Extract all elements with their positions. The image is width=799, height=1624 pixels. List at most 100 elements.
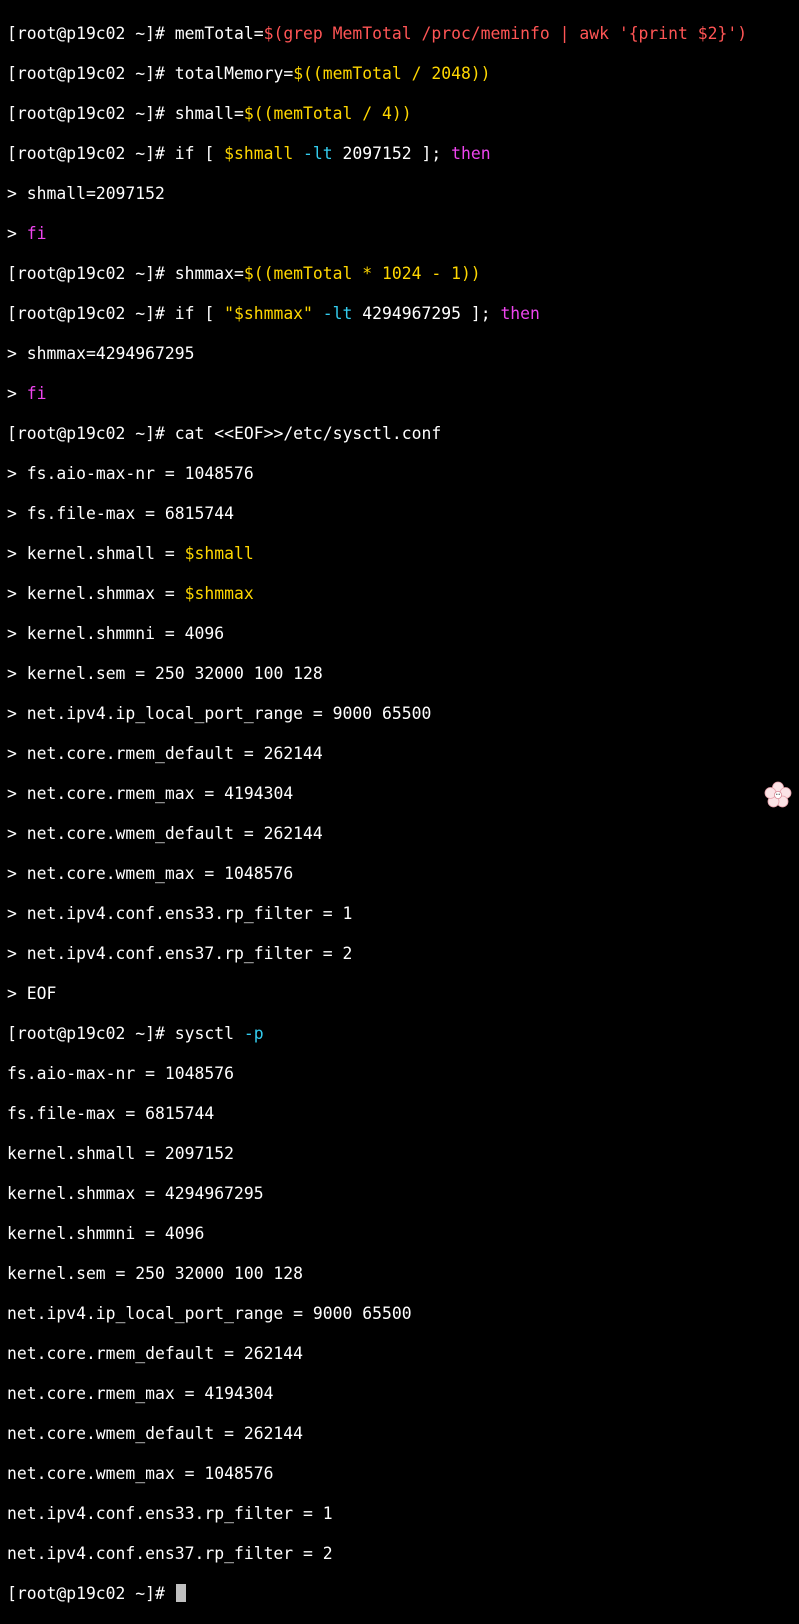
heredoc-line: > net.core.rmem_default = 262144: [7, 744, 799, 764]
output-line: fs.aio-max-nr = 1048576: [7, 1064, 234, 1083]
heredoc-line: > net.ipv4.conf.ens37.rp_filter = 2: [7, 944, 799, 964]
heredoc-line: > net.core.wmem_default = 262144: [7, 824, 799, 844]
continuation-prompt: >: [7, 864, 27, 883]
command-text: totalMemory=: [174, 64, 294, 83]
command-text: cat <<EOF>>/etc/sysctl.conf: [174, 424, 442, 443]
output-line: net.core.rmem_max = 4194304: [7, 1384, 274, 1403]
heredoc-line: > EOF: [7, 984, 799, 1004]
terminal-line-if-shmall: [root@p19c02 ~]# if [ $shmall -lt 209715…: [7, 144, 799, 164]
heredoc-text: kernel.shmmni = 4096: [26, 624, 225, 643]
heredoc-text: net.core.wmem_max = 1048576: [26, 864, 294, 883]
keyword-then: then: [451, 144, 491, 163]
continuation-prompt: >: [7, 344, 27, 363]
heredoc-text: kernel.shmmax =: [26, 584, 185, 603]
heredoc-text: net.ipv4.conf.ens37.rp_filter = 2: [26, 944, 353, 963]
heredoc-terminator: EOF: [26, 984, 57, 1003]
continuation-prompt: >: [7, 544, 27, 563]
continuation-prompt: >: [7, 184, 27, 203]
continuation-prompt: >: [7, 744, 27, 763]
output-line: net.core.wmem_max = 1048576: [7, 1464, 274, 1483]
terminal-line-shmmax: [root@p19c02 ~]# shmmax=$((memTotal * 10…: [7, 264, 799, 284]
arithmetic-expansion: $((memTotal / 4)): [243, 104, 412, 123]
variable-reference: $shmall: [184, 544, 254, 563]
arithmetic-expansion: $((memTotal * 1024 - 1)): [243, 264, 481, 283]
keyword-then: then: [500, 304, 540, 323]
shell-prompt: [root@p19c02 ~]#: [7, 24, 175, 43]
command-text: 2097152 ];: [332, 144, 452, 163]
shell-prompt: [root@p19c02 ~]#: [7, 144, 175, 163]
keyword-fi: fi: [26, 384, 47, 403]
continuation-prompt: >: [7, 504, 27, 523]
heredoc-text: kernel.shmall =: [26, 544, 185, 563]
heredoc-line: > net.ipv4.ip_local_port_range = 9000 65…: [7, 704, 799, 724]
output-line: kernel.sem = 250 32000 100 128: [7, 1264, 304, 1283]
heredoc-text: kernel.sem = 250 32000 100 128: [26, 664, 323, 683]
heredoc-line: > fs.file-max = 6815744: [7, 504, 799, 524]
continuation-prompt: >: [7, 784, 27, 803]
terminal-line-if-shmmax: [root@p19c02 ~]# if [ "$shmmax" -lt 4294…: [7, 304, 799, 324]
terminal-line-continuation: > shmmax=4294967295: [7, 344, 799, 364]
heredoc-line: > kernel.shmmax = $shmmax: [7, 584, 799, 604]
continuation-prompt: >: [7, 704, 27, 723]
continuation-prompt: >: [7, 944, 27, 963]
heredoc-text: net.core.rmem_default = 262144: [26, 744, 323, 763]
keyword-fi: fi: [26, 224, 47, 243]
terminal-line-totalmemory: [root@p19c02 ~]# totalMemory=$((memTotal…: [7, 64, 799, 84]
terminal-line-current-prompt: [root@p19c02 ~]#: [7, 1584, 799, 1604]
flower-watermark-icon: [764, 781, 792, 808]
command-text: shmmax=4294967295: [26, 344, 195, 363]
heredoc-text: net.core.rmem_max = 4194304: [26, 784, 294, 803]
command-text: sysctl: [174, 1024, 234, 1043]
arithmetic-expansion: $((memTotal / 2048)): [293, 64, 491, 83]
variable-reference: $shmmax: [184, 584, 254, 603]
shell-prompt: [root@p19c02 ~]#: [7, 424, 175, 443]
command-text: shmall=2097152: [26, 184, 165, 203]
terminal-line-continuation: > shmall=2097152: [7, 184, 799, 204]
output-line: kernel.shmall = 2097152: [7, 1144, 234, 1163]
heredoc-line: > kernel.shmall = $shmall: [7, 544, 799, 564]
continuation-prompt: >: [7, 384, 27, 403]
test-operator: -lt: [312, 304, 353, 323]
shell-prompt: [root@p19c02 ~]#: [7, 304, 175, 323]
test-operator: -lt: [293, 144, 333, 163]
continuation-prompt: >: [7, 224, 27, 243]
output-line: net.ipv4.conf.ens37.rp_filter = 2: [7, 1544, 333, 1563]
text-cursor[interactable]: [175, 1584, 186, 1602]
heredoc-line: > kernel.shmmni = 4096: [7, 624, 799, 644]
output-line: fs.file-max = 6815744: [7, 1104, 215, 1123]
output-line: net.ipv4.conf.ens33.rp_filter = 1: [7, 1504, 333, 1523]
command-text: memTotal=: [174, 24, 264, 43]
continuation-prompt: >: [7, 584, 27, 603]
heredoc-line: > net.core.rmem_max = 4194304: [7, 784, 799, 804]
terminal-window[interactable]: [root@p19c02 ~]# memTotal=$(grep MemTota…: [0, 0, 799, 1603]
command-text: shmall=: [174, 104, 244, 123]
heredoc-line: > net.ipv4.conf.ens33.rp_filter = 1: [7, 904, 799, 924]
continuation-prompt: >: [7, 984, 27, 1003]
continuation-prompt: >: [7, 624, 27, 643]
heredoc-line: > kernel.sem = 250 32000 100 128: [7, 664, 799, 684]
command-substitution: $(grep MemTotal /proc/meminfo | awk '{pr…: [263, 24, 748, 43]
command-text: shmmax=: [174, 264, 244, 283]
heredoc-text: fs.file-max = 6815744: [26, 504, 234, 523]
terminal-line-fi: > fi: [7, 224, 799, 244]
output-line: kernel.shmmni = 4096: [7, 1224, 205, 1243]
output-line: net.core.wmem_default = 262144: [7, 1424, 304, 1443]
variable-reference: "$shmmax": [224, 304, 313, 323]
heredoc-text: net.core.wmem_default = 262144: [26, 824, 323, 843]
terminal-line-memtotal: [root@p19c02 ~]# memTotal=$(grep MemTota…: [7, 24, 799, 44]
heredoc-text: net.ipv4.conf.ens33.rp_filter = 1: [26, 904, 353, 923]
command-text: 4294967295 ];: [352, 304, 501, 323]
heredoc-text: net.ipv4.ip_local_port_range = 9000 6550…: [26, 704, 432, 723]
heredoc-text: fs.aio-max-nr = 1048576: [26, 464, 254, 483]
shell-prompt: [root@p19c02 ~]#: [7, 64, 175, 83]
terminal-line-shmall: [root@p19c02 ~]# shmall=$((memTotal / 4)…: [7, 104, 799, 124]
output-line: kernel.shmmax = 4294967295: [7, 1184, 264, 1203]
shell-prompt: [root@p19c02 ~]#: [7, 264, 175, 283]
output-line: net.ipv4.ip_local_port_range = 9000 6550…: [7, 1304, 412, 1323]
variable-reference: $shmall: [224, 144, 294, 163]
command-text: if [: [174, 144, 225, 163]
shell-prompt: [root@p19c02 ~]#: [7, 104, 175, 123]
shell-prompt: [root@p19c02 ~]#: [7, 1584, 175, 1603]
command-option: -p: [233, 1024, 264, 1043]
continuation-prompt: >: [7, 824, 27, 843]
